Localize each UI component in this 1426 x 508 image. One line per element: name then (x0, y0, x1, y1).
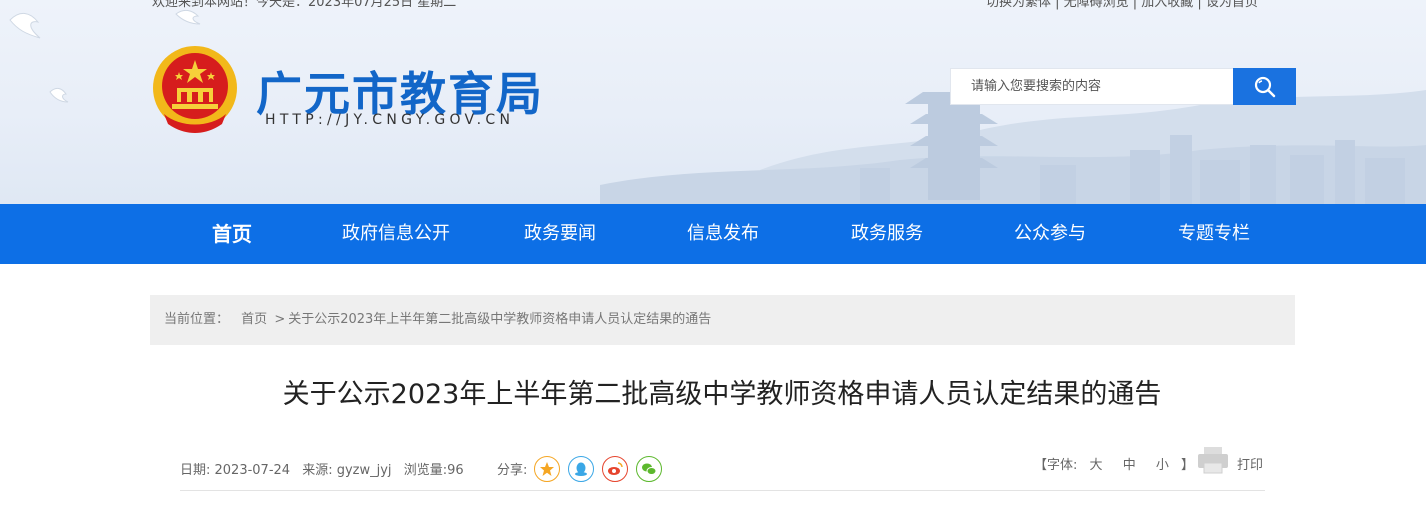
breadcrumb-prefix: 当前位置： (164, 312, 230, 327)
breadcrumb-home-link[interactable]: 首页 (241, 312, 267, 327)
article-title: 关于公示2023年上半年第二批高级中学教师资格申请人员认定结果的通告 (282, 379, 1162, 410)
article-views: 浏览量:96 (403, 463, 464, 478)
nav-item-home[interactable]: 首页 (212, 204, 252, 264)
topbar-links[interactable]: 切换为繁体 | 无障碍浏览 | 加入收藏 | 设为首页 (986, 0, 1258, 10)
wechat-icon (642, 463, 657, 475)
share-wechat-button[interactable] (636, 456, 662, 482)
article-meta: 日期: 2023-07-24 来源: gyzw_jyj 浏览量:96 (180, 459, 472, 478)
font-size-large-button[interactable]: 大 (1090, 458, 1103, 473)
breadcrumb-separator: > (274, 312, 286, 327)
font-size-open: 【字体: (1034, 458, 1078, 473)
nav-item-participation[interactable]: 公众参与 (1014, 204, 1086, 264)
weibo-icon (608, 462, 623, 475)
nav-item-gov-info[interactable]: 政府信息公开 (342, 204, 450, 264)
font-size-switcher: 【字体: 大 中 小 】 (1034, 454, 1194, 473)
share-favorite-button[interactable] (534, 456, 560, 482)
search-box (950, 68, 1296, 105)
nav-item-news[interactable]: 政务要闻 (524, 204, 596, 264)
print-button[interactable]: 打印 (1237, 454, 1263, 473)
nav-item-info-release[interactable]: 信息发布 (687, 204, 759, 264)
font-size-medium-button[interactable]: 中 (1123, 458, 1136, 473)
site-url: HTTP://JY.CNGY.GOV.CN (265, 112, 515, 128)
font-size-small-button[interactable]: 小 (1156, 458, 1169, 473)
share-weibo-button[interactable] (602, 456, 628, 482)
qq-icon (575, 462, 587, 476)
welcome-date-text: 欢迎来到本网站！今天是：2023年07月25日 星期二 (152, 0, 457, 10)
main-nav: 首页 政府信息公开 政务要闻 信息发布 政务服务 公众参与 专题专栏 (0, 204, 1426, 264)
share-qq-button[interactable] (568, 456, 594, 482)
meta-divider (180, 490, 1265, 491)
breadcrumb-current-link[interactable]: 关于公示2023年上半年第二批高级中学教师资格申请人员认定结果的通告 (288, 312, 711, 327)
breadcrumb: 当前位置： 首页 > 关于公示2023年上半年第二批高级中学教师资格申请人员认定结… (150, 295, 1295, 345)
font-size-close: 】 (1181, 458, 1195, 473)
national-emblem-icon (153, 46, 237, 133)
share-label: 分享: (497, 463, 528, 478)
header-banner: 欢迎来到本网站！今天是：2023年07月25日 星期二 切换为繁体 | 无障碍浏… (0, 0, 1426, 204)
article-date: 日期: 2023-07-24 (180, 463, 291, 478)
nav-item-topics[interactable]: 专题专栏 (1178, 204, 1250, 264)
search-input[interactable] (951, 69, 1233, 104)
nav-item-services[interactable]: 政务服务 (851, 204, 923, 264)
search-button[interactable] (1233, 68, 1296, 105)
search-icon (1254, 76, 1275, 97)
printer-icon[interactable] (1196, 445, 1230, 475)
star-icon (540, 462, 554, 476)
article-source: 来源: gyzw_jyj (302, 463, 392, 478)
